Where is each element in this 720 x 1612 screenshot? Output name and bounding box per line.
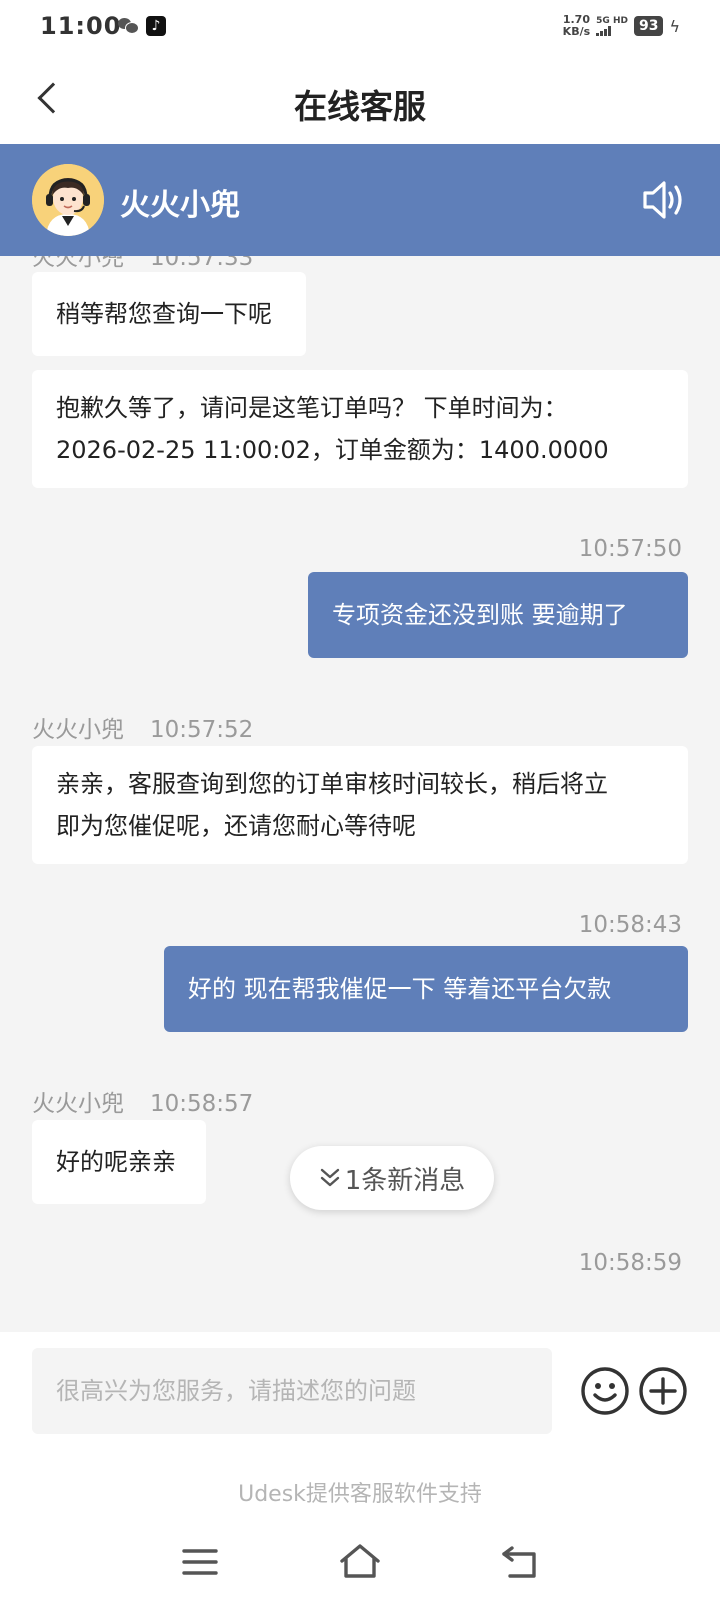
message-bubble-incoming[interactable]: 好的呢亲亲 <box>32 1120 206 1204</box>
message-bubble-incoming[interactable]: 亲亲，客服查询到您的订单审核时间较长，稍后将立 即为您催促呢，还请您耐心等待呢 <box>32 746 688 864</box>
message-time: 10:57:33 <box>150 256 254 271</box>
double-chevron-down-icon <box>320 1168 339 1187</box>
message-bubble-incoming[interactable]: 抱歉久等了，请问是这笔订单吗？ 下单时间为： 2026-02-25 11:00:… <box>32 370 688 488</box>
status-time: 11:00 <box>40 12 122 40</box>
wechat-icon <box>118 16 139 34</box>
emoji-smile-icon[interactable] <box>580 1366 630 1416</box>
page-title: 在线客服 <box>294 87 426 126</box>
message-sender: 火火小兜 <box>32 1091 124 1117</box>
network-speed: 1.70 KB/s <box>563 14 590 38</box>
message-time: 10:58:43 <box>578 912 682 938</box>
status-indicators: 1.70 KB/s 5G HD 93 ϟ <box>563 14 680 38</box>
message-time: 10:58:57 <box>150 1091 254 1117</box>
message-text-line: 抱歉久等了，请问是这笔订单吗？ 下单时间为： <box>56 394 568 422</box>
message-text: 好的呢亲亲 <box>56 1148 176 1176</box>
system-nav-bar <box>0 1512 720 1612</box>
battery-level: 93 <box>633 16 664 36</box>
message-meta: 10:57:50 <box>579 536 682 562</box>
charging-bolt-icon: ϟ <box>669 16 680 36</box>
message-meta: 火火小兜 10:57:33 <box>32 256 253 272</box>
plus-circle-icon[interactable] <box>638 1366 688 1416</box>
tiktok-icon: ♪ <box>146 16 166 36</box>
message-text: 好的 现在帮我催促一下 等着还平台欠款 <box>188 975 612 1003</box>
home-icon[interactable] <box>338 1540 382 1584</box>
back-arrow-icon[interactable] <box>498 1540 542 1584</box>
powered-by-text: Udesk提供客服软件支持 <box>238 1482 482 1507</box>
message-text-line: 即为您催促呢，还请您耐心等待呢 <box>56 812 416 840</box>
signal-indicator: 5G HD <box>596 16 628 36</box>
message-bubble-incoming[interactable]: 稍等帮您查询一下呢 <box>32 272 306 356</box>
agent-avatar-illustration <box>32 164 104 236</box>
message-meta: 火火小兜 10:57:52 <box>32 710 253 744</box>
message-input[interactable] <box>32 1348 552 1434</box>
message-sender: 火火小兜 <box>32 256 124 271</box>
message-bubble-outgoing[interactable]: 专项资金还没到账 要逾期了 <box>308 572 688 658</box>
menu-icon[interactable] <box>178 1540 222 1584</box>
message-meta: 10:58:59 <box>579 1250 682 1276</box>
message-sender: 火火小兜 <box>32 717 124 743</box>
message-text-line: 2026-02-25 11:00:02，订单金额为：1400.0000 <box>56 436 609 464</box>
message-meta: 火火小兜 10:58:57 <box>32 1084 253 1118</box>
title-bar: 在线客服 <box>0 56 720 144</box>
message-time: 10:57:50 <box>578 536 682 562</box>
message-text-line: 亲亲，客服查询到您的订单审核时间较长，稍后将立 <box>56 770 608 798</box>
network-speed-unit: KB/s <box>562 25 591 38</box>
speaker-icon[interactable] <box>642 178 688 222</box>
message-text: 稍等帮您查询一下呢 <box>56 300 272 328</box>
message-meta: 10:58:43 <box>579 912 682 938</box>
input-area: Udesk提供客服软件支持 <box>0 1332 720 1512</box>
chat-message-list[interactable]: 火火小兜 10:57:33 稍等帮您查询一下呢 抱歉久等了，请问是这笔订单吗？ 下… <box>0 256 720 1332</box>
network-type: 5G HD <box>596 16 628 26</box>
message-bubble-outgoing[interactable]: 好的 现在帮我催促一下 等着还平台欠款 <box>164 946 688 1032</box>
agent-header: 火火小兜 <box>0 144 720 256</box>
new-message-label: 1条新消息 <box>344 1165 466 1196</box>
message-time: 10:57:52 <box>150 717 254 743</box>
message-text: 专项资金还没到账 要逾期了 <box>332 601 628 629</box>
new-message-button[interactable]: 1条新消息 <box>290 1146 494 1210</box>
agent-avatar <box>32 164 104 236</box>
signal-bars-icon <box>596 26 628 36</box>
agent-name: 火火小兜 <box>120 188 240 223</box>
status-notification-icons: ♪ <box>118 16 166 36</box>
status-bar: 11:00 ♪ 1.70 KB/s 5G HD 93 ϟ <box>0 0 720 56</box>
message-time: 10:58:59 <box>578 1250 682 1276</box>
